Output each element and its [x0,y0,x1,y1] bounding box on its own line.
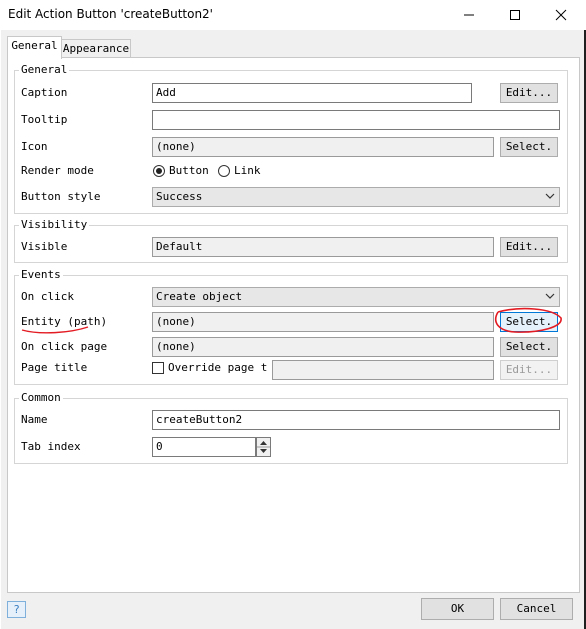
help-button[interactable]: ? [7,601,26,618]
close-button[interactable] [538,0,584,30]
button-style-select[interactable]: Success [152,187,560,207]
cancel-button[interactable]: Cancel [500,598,573,620]
close-icon [555,9,567,21]
icon-field: (none) [152,137,494,157]
button-style-value: Success [156,190,203,203]
override-page-title-label: Override page t [168,361,268,374]
render-mode-label: Render mode [21,164,94,177]
page-title-label: Page title [21,361,88,374]
tab-appearance[interactable]: Appearance [61,39,131,59]
general-group-title: General [19,63,70,76]
override-page-title-checkbox[interactable] [152,362,164,374]
help-icon: ? [13,603,20,616]
page-title-field [272,360,494,380]
name-input[interactable]: createButton2 [152,410,560,430]
chevron-down-icon [545,193,555,199]
render-mode-link-radio[interactable] [218,165,230,177]
visible-edit-button[interactable]: Edit... [500,237,558,257]
page-title-edit-button[interactable]: Edit... [500,360,558,380]
on-click-page-select-button[interactable]: Select. [500,337,558,357]
tab-index-input[interactable]: 0 [152,437,256,457]
ok-button[interactable]: OK [421,598,494,620]
icon-select-button[interactable]: Select. [500,137,558,157]
caption-label: Caption [21,86,68,99]
minimize-button[interactable] [446,0,492,30]
button-style-label: Button style [21,190,101,203]
maximize-button[interactable] [492,0,538,30]
visible-field: Default [152,237,494,257]
tooltip-input[interactable] [152,110,560,130]
render-mode-button-radio[interactable] [153,165,165,177]
events-group-title: Events [19,268,63,281]
common-group [14,398,568,464]
common-group-title: Common [19,391,63,404]
caption-edit-button[interactable]: Edit... [500,83,558,103]
tab-general-label: General [11,39,58,52]
on-click-page-field: (none) [152,337,494,357]
maximize-icon [510,10,520,20]
caption-input[interactable]: Add [152,83,472,103]
tab-general[interactable]: General [7,36,62,59]
visible-label: Visible [21,240,68,253]
tab-index-stepper[interactable] [256,437,271,457]
visibility-group-title: Visibility [19,218,90,231]
on-click-page-label: On click page [21,340,108,353]
tooltip-label: Tooltip [21,113,68,126]
window-title: Edit Action Button 'createButton2' [8,7,213,21]
icon-label: Icon [21,140,48,153]
name-label: Name [21,413,48,426]
stepper-arrows-icon [257,441,270,453]
title-bar: Edit Action Button 'createButton2' [0,0,586,30]
tab-index-label: Tab index [21,440,81,453]
tab-appearance-label: Appearance [62,42,130,55]
minimize-icon [464,14,474,16]
render-mode-link-label: Link [234,164,261,177]
render-mode-button-label: Button [169,164,209,177]
